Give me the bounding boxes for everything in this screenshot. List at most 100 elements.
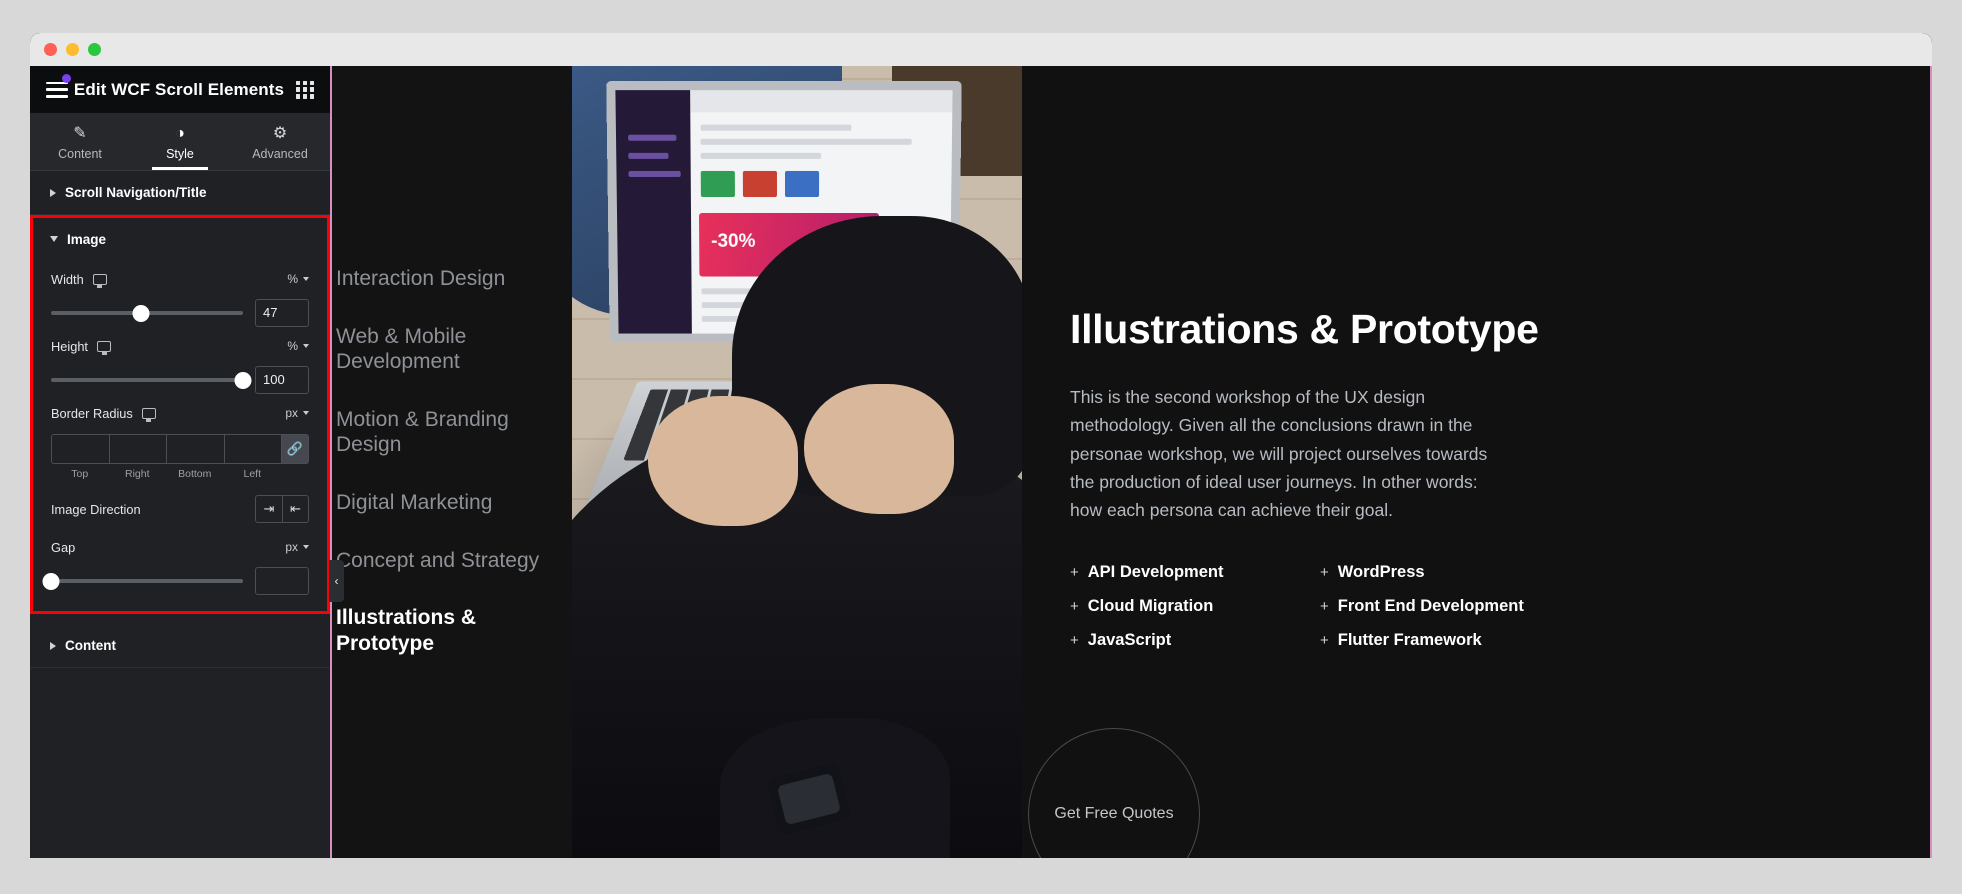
- width-control-row: Width %: [33, 266, 327, 292]
- border-radius-side-labels: Top Right Bottom Left: [33, 468, 327, 480]
- border-radius-right-label: Right: [124, 468, 150, 480]
- panel-tabs: ✎ Content ◑ Style ⚙ Advanced: [30, 113, 330, 171]
- tab-style[interactable]: ◑ Style: [130, 113, 230, 170]
- desktop-icon[interactable]: [92, 273, 107, 288]
- border-radius-control-row: Border Radius px: [33, 400, 327, 426]
- gap-label-group: Gap: [51, 540, 75, 555]
- height-slider[interactable]: [51, 370, 252, 390]
- window-close-button[interactable]: [44, 43, 57, 56]
- section-image-header[interactable]: Image: [33, 218, 327, 260]
- chevron-down-icon: [303, 277, 309, 281]
- tab-advanced[interactable]: ⚙ Advanced: [230, 113, 330, 170]
- feature-label: WordPress: [1337, 562, 1425, 581]
- plus-icon: +: [1070, 563, 1079, 581]
- gap-slider-row: [33, 567, 327, 595]
- align-to-left-icon[interactable]: ⇤: [282, 495, 309, 523]
- image-direction-toggle-group: ⇥ ⇤: [255, 495, 309, 523]
- desktop-icon[interactable]: [141, 407, 156, 422]
- preview-canvas: Interaction Design Web & Mobile Developm…: [330, 66, 1932, 858]
- height-slider-row: 100: [33, 366, 327, 394]
- feature-item: + Cloud Migration: [1070, 597, 1320, 616]
- gap-slider-track: [51, 579, 243, 583]
- hamburger-icon[interactable]: [46, 81, 68, 98]
- height-control-row: Height %: [33, 333, 327, 359]
- width-input[interactable]: 47: [255, 299, 309, 327]
- height-slider-track: [51, 378, 243, 382]
- desktop-icon[interactable]: [97, 340, 111, 355]
- plus-icon: +: [1070, 631, 1079, 649]
- border-radius-inputs: 🔗: [33, 434, 327, 464]
- width-slider-row: 47: [33, 299, 327, 327]
- border-radius-bottom-input[interactable]: [166, 434, 224, 464]
- chevron-down-icon: [303, 545, 309, 549]
- feature-item: + Flutter Framework: [1320, 631, 1570, 650]
- height-input[interactable]: 100: [255, 366, 309, 394]
- gap-input[interactable]: [255, 567, 309, 595]
- height-slider-knob[interactable]: [234, 371, 252, 389]
- editor-panel: Edit WCF Scroll Elements ✎ Content ◑ Sty…: [30, 66, 344, 858]
- border-radius-top-input[interactable]: [51, 434, 109, 464]
- feature-label: JavaScript: [1087, 630, 1172, 649]
- feature-label: API Development: [1087, 562, 1224, 581]
- border-radius-unit-value: px: [285, 406, 298, 420]
- width-slider-knob[interactable]: [132, 304, 150, 322]
- section-scroll-navigation-title[interactable]: Scroll Navigation/Title: [30, 171, 330, 215]
- border-radius-right-input[interactable]: [108, 434, 166, 464]
- labels-spacer: [281, 468, 309, 480]
- height-label: Height: [51, 338, 88, 354]
- height-unit-value: %: [287, 339, 298, 353]
- plus-icon: +: [1320, 631, 1329, 649]
- scroll-nav-item-2[interactable]: Motion & Branding Design: [332, 407, 572, 458]
- gap-slider[interactable]: [42, 571, 243, 591]
- feature-list: + API Development + WordPress + Cloud Mi…: [1070, 563, 1930, 650]
- border-radius-unit-select[interactable]: px: [285, 406, 309, 420]
- scroll-nav-item-5[interactable]: Illustrations & Prototype: [332, 605, 572, 656]
- feature-label: Flutter Framework: [1337, 630, 1482, 649]
- tab-style-label: Style: [166, 147, 194, 161]
- guide-line-right: [1930, 66, 1932, 858]
- section-content-label: Content: [65, 638, 116, 653]
- link-icon[interactable]: 🔗: [281, 434, 309, 464]
- image-direction-label: Image Direction: [51, 501, 141, 517]
- get-free-quotes-button[interactable]: Get Free Quotes: [1028, 728, 1200, 858]
- gap-slider-knob[interactable]: [42, 572, 60, 590]
- scroll-nav-item-3[interactable]: Digital Marketing: [332, 490, 572, 516]
- window-minimize-button[interactable]: [66, 43, 79, 56]
- align-to-right-icon[interactable]: ⇥: [255, 495, 282, 523]
- content-title: Illustrations & Prototype: [1070, 306, 1539, 352]
- tab-content-label: Content: [58, 147, 102, 161]
- feature-item: + API Development: [1070, 563, 1320, 582]
- plus-icon: +: [1320, 597, 1329, 615]
- feature-label: Cloud Migration: [1087, 596, 1214, 615]
- border-radius-label: Border Radius: [51, 405, 133, 421]
- border-radius-bottom-label: Bottom: [178, 468, 212, 480]
- window-maximize-button[interactable]: [88, 43, 101, 56]
- scroll-nav-item-0[interactable]: Interaction Design: [332, 266, 572, 292]
- height-label-group: Height: [51, 338, 111, 355]
- height-unit-select[interactable]: %: [287, 339, 309, 353]
- width-slider[interactable]: [51, 303, 243, 323]
- section-content[interactable]: Content: [30, 624, 330, 668]
- screenshot-root: Edit WCF Scroll Elements ✎ Content ◑ Sty…: [0, 0, 1962, 894]
- border-radius-left-label: Left: [243, 468, 261, 480]
- tab-advanced-label: Advanced: [252, 147, 308, 161]
- section-image-highlighted: Image Width % 47 Height % 100 Border Rad…: [30, 215, 330, 614]
- gear-icon: ⚙: [272, 125, 288, 142]
- image-direction-control-row: Image Direction ⇥ ⇤: [33, 494, 327, 524]
- feature-item: + Front End Development: [1320, 597, 1570, 616]
- panel-collapse-handle[interactable]: ‹: [329, 560, 344, 602]
- scroll-nav-item-1[interactable]: Web & Mobile Development: [332, 324, 572, 375]
- tab-content[interactable]: ✎ Content: [30, 113, 130, 170]
- gap-unit-select[interactable]: px: [285, 540, 309, 554]
- plus-icon: +: [1070, 597, 1079, 615]
- scroll-nav-item-4[interactable]: Concept and Strategy: [332, 548, 572, 574]
- contrast-icon: ◑: [175, 125, 185, 142]
- border-radius-left-input[interactable]: [223, 434, 281, 464]
- image-direction-label-group: Image Direction: [51, 502, 141, 517]
- width-unit-value: %: [287, 272, 298, 286]
- grid-apps-icon[interactable]: [296, 80, 314, 99]
- width-unit-select[interactable]: %: [287, 272, 309, 286]
- chevron-down-icon: [303, 344, 309, 348]
- chevron-right-icon: [50, 188, 56, 197]
- chevron-down-icon: [50, 236, 58, 242]
